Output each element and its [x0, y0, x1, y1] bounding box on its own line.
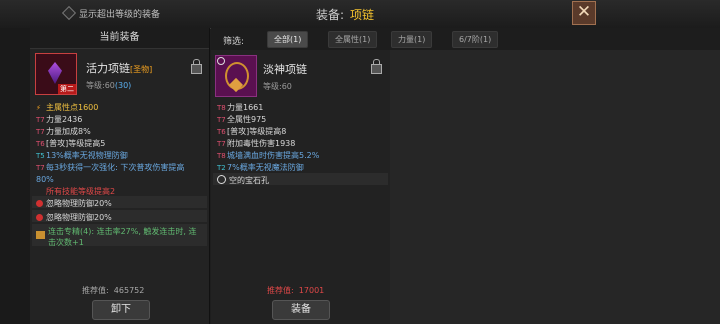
stat-tier: T7	[217, 140, 226, 148]
stat-line: T6[普攻]等级提高5	[36, 138, 105, 149]
title-value: 项链	[350, 8, 375, 22]
level-text: 等级:60	[86, 81, 115, 90]
socket-text: 空的宝石孔	[229, 176, 269, 185]
level-bonus: (30)	[114, 81, 132, 90]
stat-tier: T6	[36, 140, 45, 148]
stat-line: T7全属性975	[217, 114, 266, 125]
score-value: 17001	[298, 286, 325, 295]
equip-button[interactable]: 装备	[272, 300, 330, 320]
stat-line: T8城墙满血时伤害提高5.2%	[217, 150, 319, 161]
recommend-score: 推荐值: 465752	[82, 285, 144, 296]
tab-all-attributes[interactable]: 全属性(1)	[328, 31, 378, 48]
left-edge	[0, 28, 30, 324]
stat-tier: T7	[36, 116, 45, 124]
stat-tier: T2	[217, 164, 226, 172]
stat-tier: T8	[217, 104, 226, 112]
stat-line: T27%概率无视魔法防御	[217, 162, 304, 173]
empty-list-area	[390, 50, 720, 324]
stat-text: [普攻]等级提高5	[46, 139, 106, 148]
score-label: 推荐值:	[82, 286, 109, 295]
stat-tier: T8	[217, 152, 226, 160]
current-equipment-header: 当前装备	[30, 28, 209, 49]
candidate-item-level: 等级:60	[263, 82, 292, 91]
folder-icon	[36, 231, 45, 239]
show-overlevel-checkbox[interactable]	[61, 5, 77, 21]
stat-text: 每3秒获得一次强化: 下次普攻伤害提高80%	[36, 163, 185, 184]
gem-line: 忽略物理防御20%	[36, 212, 112, 223]
stat-text: 主属性点1600	[46, 103, 99, 112]
stat-text: 附加毒性伤害1938	[227, 139, 296, 148]
stat-line: T7力量2436	[36, 114, 82, 125]
stat-text: 所有技能等级提高2	[46, 187, 116, 196]
stat-text: 13%概率无视物理防御	[46, 151, 128, 160]
stat-tier: ⚡	[36, 104, 41, 112]
empty-socket-icon	[217, 175, 226, 184]
close-icon[interactable]: ✕	[572, 1, 596, 25]
stat-tier: T7	[36, 164, 45, 172]
tab-tier-6-7[interactable]: 6/7阶(1)	[452, 31, 499, 48]
tab-all[interactable]: 全部(1)	[267, 31, 309, 48]
stat-tier: T7	[36, 128, 45, 136]
recommend-score: 推荐值: 17001	[267, 285, 324, 296]
stat-text: 力量2436	[46, 115, 83, 124]
window-title: 装备: 项链	[316, 6, 374, 23]
socket-line: 空的宝石孔	[217, 175, 269, 186]
red-gem-icon	[36, 214, 43, 221]
lock-icon[interactable]	[191, 59, 202, 74]
stat-tier: T7	[217, 116, 226, 124]
filter-label: 筛选:	[223, 37, 245, 47]
stat-text: 全属性975	[227, 115, 267, 124]
current-item-level: 等级:60(30)	[86, 80, 131, 91]
current-item-icon[interactable]: 第二	[35, 53, 77, 95]
red-gem-icon	[36, 200, 43, 207]
score-label: 推荐值:	[267, 286, 294, 295]
stat-line: T6[普攻]等级提高8	[217, 126, 286, 137]
stat-text: 力量1661	[227, 103, 264, 112]
stat-line: T513%概率无视物理防御	[36, 150, 128, 161]
item-name-text: 活力项链	[86, 62, 130, 75]
stat-line: T8力量1661	[217, 102, 263, 113]
tab-strength[interactable]: 力量(1)	[391, 31, 433, 48]
current-item-name: 活力项链[圣物]	[86, 60, 152, 76]
filter-bar: 筛选: 全部(1) 全属性(1) 力量(1) 6/7阶(1)	[211, 28, 720, 51]
top-bar: 显示超出等级的装备 装备: 项链 ✕	[0, 0, 720, 29]
stat-text: 7%概率无视魔法防御	[227, 163, 304, 172]
stat-tier: T6	[217, 128, 226, 136]
item-tag: [圣物]	[130, 65, 153, 74]
set-bonus: 连击专精(4): 连击率27%, 触发连击时, 连击次数+1	[48, 227, 197, 247]
stat-text: [普攻]等级提高8	[227, 127, 287, 136]
stat-line: ⚡ 主属性点1600	[36, 102, 98, 113]
gem-line: 忽略物理防御20%	[36, 198, 112, 209]
necklace-gem-icon	[48, 62, 62, 84]
stat-line: T7力量加成8%	[36, 126, 91, 137]
current-equipment-panel: 当前装备 第二 活力项链[圣物] 等级:60(30) ⚡ 主属性点1600 T7力…	[30, 28, 210, 324]
stat-line: T7附加毒性伤害1938	[217, 138, 295, 149]
rank-badge: 第二	[58, 84, 76, 94]
stat-text: 力量加成8%	[46, 127, 91, 136]
stat-line: T7每3秒获得一次强化: 下次普攻伤害提高80%	[36, 162, 202, 185]
candidate-equipment-panel: 淡神项链 等级:60 T8力量1661 T7全属性975 T6[普攻]等级提高8…	[211, 50, 391, 324]
unequip-button[interactable]: 卸下	[92, 300, 150, 320]
gem-text: 忽略物理防御20%	[46, 199, 112, 208]
stat-tier: T5	[36, 152, 45, 160]
gem-text: 忽略物理防御20%	[46, 213, 112, 222]
show-overlevel-label: 显示超出等级的装备	[79, 10, 161, 20]
socket-indicator-icon	[217, 57, 225, 65]
title-label: 装备:	[316, 8, 345, 22]
score-value: 465752	[113, 286, 145, 295]
candidate-item-name: 淡神项链	[263, 63, 307, 76]
stat-text: 城墙满血时伤害提高5.2%	[227, 151, 320, 160]
lock-icon[interactable]	[371, 59, 382, 74]
